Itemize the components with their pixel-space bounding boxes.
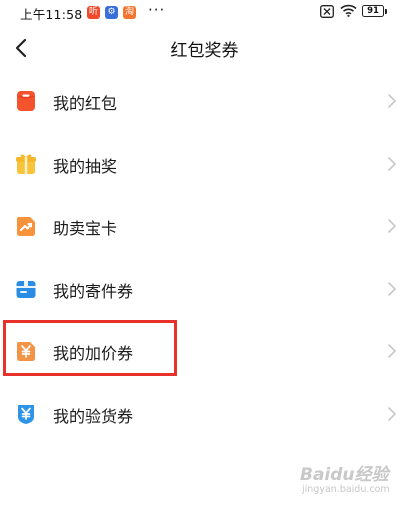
status-bar: 上午11:58 听 ⚙ 淘 ··· 91 [0,0,409,26]
chevron-right-icon [388,406,397,421]
menu-item-label: 助卖宝卡 [53,219,118,238]
menu-list: 我的红包 我的抽奖 助卖宝卡 我的寄件券 我的加价券 我的验货券 [0,70,409,445]
red-envelope-icon [17,91,35,111]
menu-item-sales-card[interactable]: 助卖宝卡 [0,195,409,258]
menu-item-shipping-coupon[interactable]: 我的寄件券 [0,258,409,321]
menu-item-label: 我的验货券 [53,406,134,426]
battery-level: 91 [367,6,379,16]
trend-card-icon [17,217,35,236]
menu-item-label: 我的红包 [53,94,118,113]
gift-box-icon [16,154,36,174]
menu-item-inspection-coupon[interactable]: 我的验货券 [0,383,409,446]
watermark-logo-text: Baidu经验 [300,465,389,485]
menu-item-red-envelope[interactable]: 我的红包 [0,70,409,133]
yuan-shield-icon [18,404,34,424]
highlight-annotation-box [3,320,177,376]
chevron-right-icon [388,344,397,358]
chevron-right-icon [388,156,397,171]
wifi-icon [340,4,357,17]
xianyu-app-icon: 淘 [123,6,136,19]
watermark-url: jingyan.baidu.com [302,484,390,495]
nav-bar: 红包奖券 [0,26,409,70]
delivery-box-icon [16,280,36,298]
watermark: Baidu经验 jingyan.baidu.com [294,460,404,506]
chevron-right-icon [388,281,397,296]
silent-mode-icon [320,5,334,18]
battery-indicator: 91 [362,5,387,17]
chevron-right-icon [388,94,397,108]
more-notifications-icon: ··· [148,1,166,19]
page-title: 红包奖券 [170,41,239,61]
chevron-right-icon [388,219,397,233]
settings-app-icon: ⚙ [105,6,118,19]
status-time: 上午11:58 [20,7,83,22]
menu-item-label: 我的寄件券 [53,281,134,301]
listen-app-icon: 听 [87,6,100,19]
menu-item-label: 我的抽奖 [53,156,118,176]
menu-item-lottery[interactable]: 我的抽奖 [0,133,409,196]
